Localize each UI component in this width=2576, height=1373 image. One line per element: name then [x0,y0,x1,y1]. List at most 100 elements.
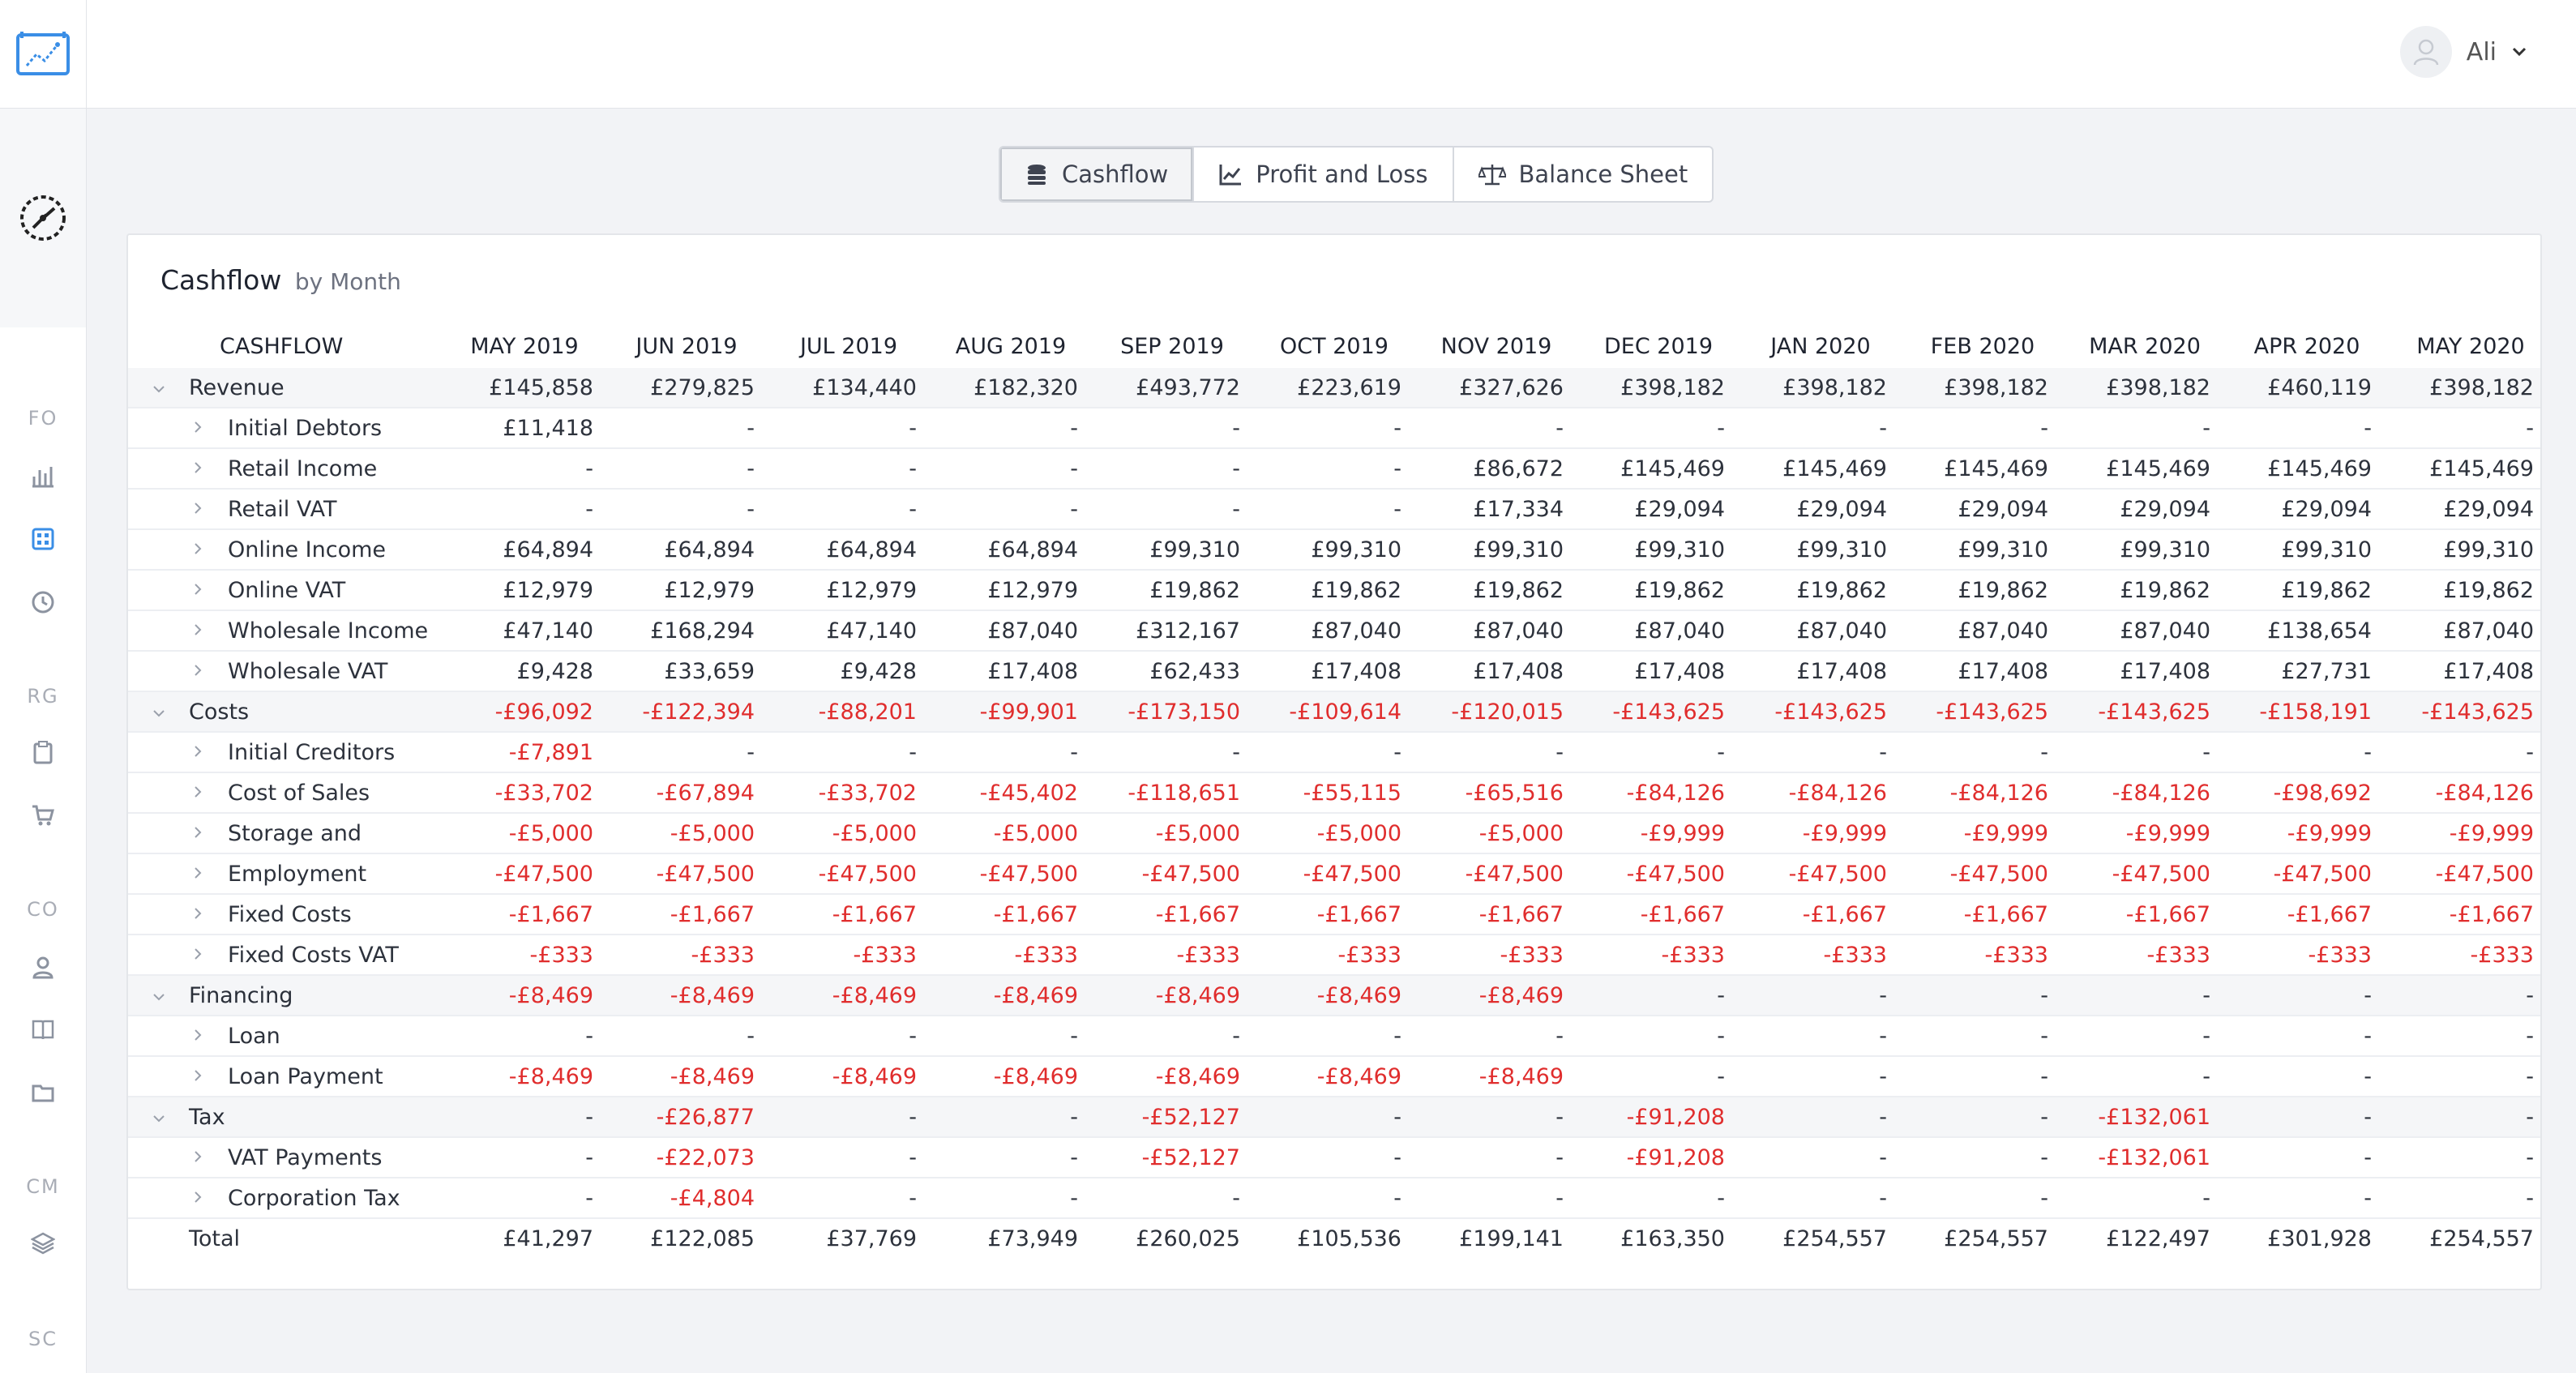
table-cell: £64,894 [664,537,755,562]
tab-balance-sheet[interactable]: Balance Sheet [1454,148,1713,201]
chevron-right-icon[interactable] [190,530,206,571]
chevron-right-icon[interactable] [190,1057,206,1097]
chevron-right-icon[interactable] [190,490,206,530]
chevron-right-icon[interactable] [190,652,206,692]
table-row[interactable]: Initial Creditors -£7,891 - - - - - - - - - - - - [128,733,2540,773]
table-cell: -£88,201 [818,699,917,725]
chevron-down-icon[interactable] [151,368,167,408]
table-cell: -£333 [2308,943,2372,968]
table-cell: - [1393,456,1401,481]
table-row[interactable]: Retail VAT - - - - - - £17,334 £29,094 £29,094 £29… [128,490,2540,530]
table-cell: - [747,740,755,765]
table-cell: -£8,469 [1478,983,1564,1008]
table-cell: £19,862 [1958,578,2048,603]
table-cell: - [1717,416,1725,441]
group-row[interactable]: Revenue £145,858 £279,825 £134,440 £182,320 £… [128,368,2540,408]
table-row[interactable]: Loan Payment -£8,469 -£8,469 -£8,469 -£8,469… [128,1057,2540,1097]
chevron-right-icon[interactable] [190,814,206,854]
table-row[interactable]: Online Income £64,894 £64,894 £64,894 £64,89… [128,530,2540,571]
table-row[interactable]: Fixed Costs -£1,667 -£1,667 -£1,667 -£1,667 -… [128,895,2540,935]
table-cell: -£1,667 [1316,902,1401,927]
table-row[interactable]: Corporation Tax - -£4,804 - - - - - - - - - - - [128,1178,2540,1219]
chevron-down-icon[interactable] [151,1097,167,1138]
table-cell: - [2364,1024,2372,1049]
row-label: Cost of Sales [228,781,370,806]
table-cell: -£5,000 [993,821,1078,846]
tab-profit-and-loss[interactable]: Profit and Loss [1194,148,1454,201]
table-cell: -£143,625 [1612,699,1725,725]
table-row[interactable]: Loan - - - - - - - - - - - - - [128,1016,2540,1057]
chevron-right-icon[interactable] [190,1138,206,1178]
card-title-text: Cashflow [160,264,282,296]
table-row[interactable]: Fixed Costs VAT -£333 -£333 -£333 -£333 -£333… [128,935,2540,976]
table-cell: - [2202,1186,2210,1211]
table-cell: -£109,614 [1289,699,1401,725]
table-cell: £99,310 [2281,537,2372,562]
column-header: OCT 2019 [1280,334,1389,359]
table-cell: -£91,208 [1626,1105,1725,1130]
chevron-right-icon[interactable] [190,449,206,490]
table-row[interactable]: Wholesale Income £47,140 £168,294 £47,140 £8… [128,611,2540,652]
company-logo[interactable] [0,109,86,327]
cart-icon[interactable] [27,799,59,832]
table-row[interactable]: Storage and -£5,000 -£5,000 -£5,000 -£5,000 -… [128,814,2540,854]
clipboard-icon[interactable] [27,736,59,768]
table-row[interactable]: Online VAT £12,979 £12,979 £12,979 £12,979 £1… [128,571,2540,611]
table-cell: £460,119 [2267,375,2372,400]
layers-icon[interactable] [27,1227,59,1260]
table-row[interactable]: Employment -£47,500 -£47,500 -£47,500 -£47,5… [128,854,2540,895]
clock-icon[interactable] [27,586,59,618]
table-cell: - [2364,740,2372,765]
table-cell: £12,979 [503,578,593,603]
grid-icon[interactable] [27,523,59,555]
group-row[interactable]: Costs -£96,092 -£122,394 -£88,201 -£99,901 -£… [128,692,2540,733]
chevron-right-icon[interactable] [190,611,206,652]
table-cell: - [2526,983,2534,1008]
scales-icon [1478,165,1506,186]
app-logo[interactable] [0,0,86,109]
chevron-down-icon[interactable] [151,976,167,1016]
table-cell: £33,659 [664,659,755,684]
coins-icon [1028,165,1046,185]
table-cell: -£7,891 [508,740,593,765]
table-row[interactable]: Wholesale VAT £9,428 £33,659 £9,428 £17,408 £… [128,652,2540,692]
chevron-right-icon[interactable] [190,1016,206,1057]
chevron-right-icon[interactable] [190,854,206,895]
table-cell: £163,350 [1620,1226,1725,1251]
user-tie-icon[interactable] [27,951,59,983]
chevron-right-icon[interactable] [190,571,206,611]
chevron-down-icon[interactable] [151,692,167,733]
bar-chart-icon[interactable] [27,460,59,492]
book-icon[interactable] [27,1013,59,1046]
user-menu[interactable]: Ali [2399,26,2527,78]
chevron-right-icon[interactable] [190,935,206,976]
chevron-right-icon[interactable] [190,773,206,814]
group-row[interactable]: Tax - -£26,877 - - -£52,127 - - -£91,208 - - -£132,… [128,1097,2540,1138]
group-row[interactable]: Financing -£8,469 -£8,469 -£8,469 -£8,469 -£8… [128,976,2540,1016]
table-cell: -£33,702 [494,781,593,806]
table-cell: £17,408 [987,659,1078,684]
row-label: Online Income [228,537,387,562]
table-cell: - [585,1145,593,1170]
row-label: Total [189,1226,241,1251]
chevron-right-icon[interactable] [190,733,206,773]
table-row[interactable]: Retail Income - - - - - - £86,672 £145,469 £145,4… [128,449,2540,490]
table-cell: - [1555,1186,1564,1211]
chevron-right-icon[interactable] [190,1178,206,1219]
table-row[interactable]: VAT Payments - -£22,073 - - -£52,127 - - -£91,20… [128,1138,2540,1178]
chevron-right-icon[interactable] [190,408,206,449]
chevron-right-icon[interactable] [190,895,206,935]
table-cell: -£1,667 [508,902,593,927]
folder-icon[interactable] [27,1076,59,1109]
tab-cashflow[interactable]: Cashflow [1000,148,1195,201]
table-cell: - [2040,983,2048,1008]
row-label: Wholesale VAT [228,659,388,684]
table-cell: £62,433 [1149,659,1240,684]
table-cell: £301,928 [2267,1226,2372,1251]
table-row[interactable]: Initial Debtors £11,418 - - - - - - - - - - - - [128,408,2540,449]
table-cell: - [909,456,917,481]
user-icon [2413,39,2439,66]
table-row[interactable]: Cost of Sales -£33,702 -£67,894 -£33,702 -£4… [128,773,2540,814]
table-cell: £168,294 [650,618,755,644]
table-cell: - [2040,1186,2048,1211]
